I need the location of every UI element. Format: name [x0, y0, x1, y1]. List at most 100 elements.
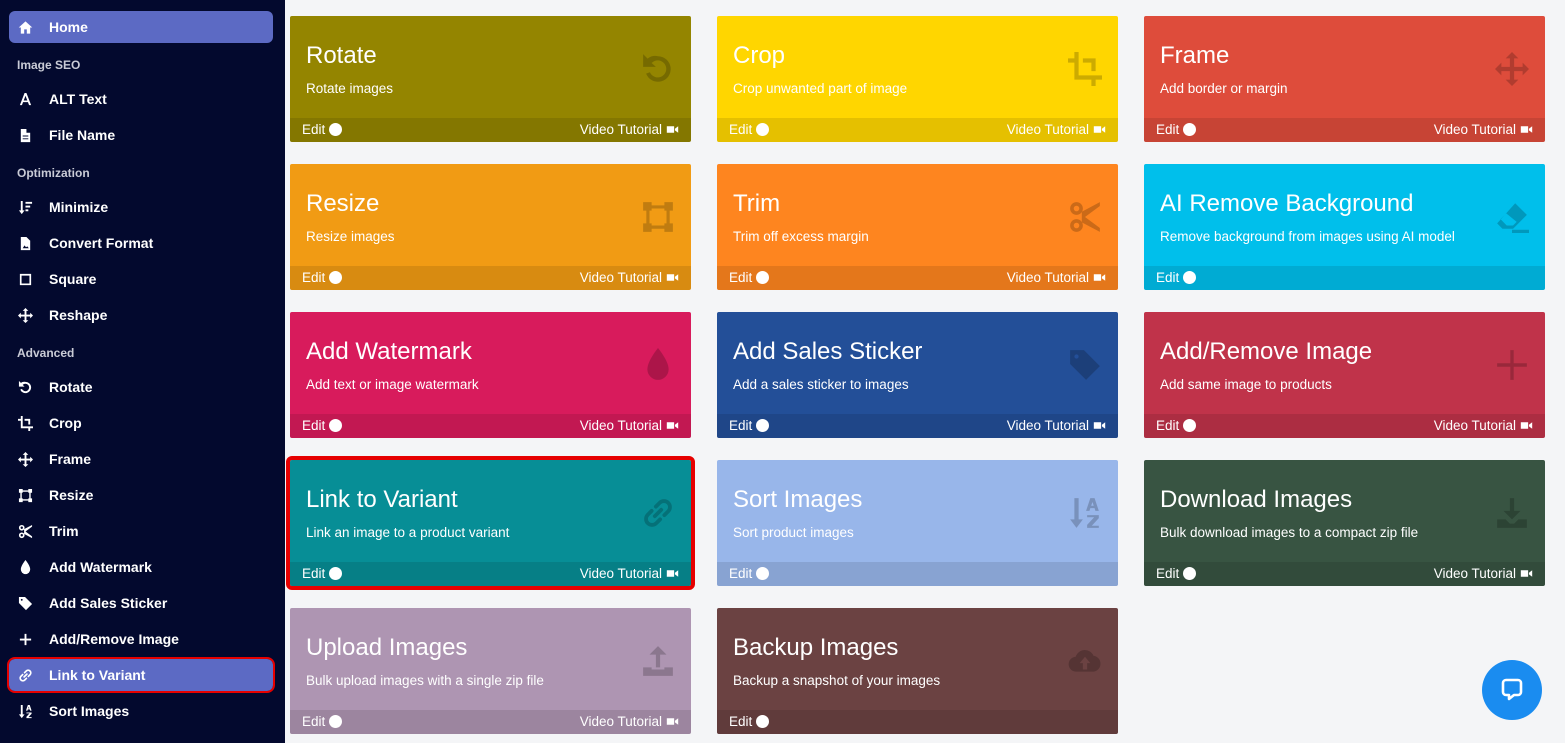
- sidebar-item-minimize[interactable]: Minimize: [9, 191, 273, 223]
- card-footer: Edit Video Tutorial: [290, 562, 691, 586]
- card-footer: Edit Video Tutorial: [290, 118, 691, 142]
- chat-button[interactable]: [1482, 660, 1542, 720]
- crop-icon: [17, 415, 33, 431]
- sidebar-item-crop[interactable]: Crop: [9, 407, 273, 439]
- card-footer: Edit Video Tutorial: [290, 710, 691, 734]
- sidebar: Home Image SEO ALT Text File Name Optimi…: [0, 0, 285, 743]
- sidebar-item-add-remove-image[interactable]: Add/Remove Image: [9, 623, 273, 655]
- edit-link[interactable]: Edit: [729, 566, 770, 581]
- sidebar-item-reshape[interactable]: Reshape: [9, 299, 273, 331]
- sidebar-item-rotate[interactable]: Rotate: [9, 371, 273, 403]
- sort-alpha-icon: [17, 703, 33, 719]
- card-description: Add border or margin: [1160, 81, 1288, 96]
- edit-link[interactable]: Edit: [1156, 566, 1197, 581]
- cloud-upload-icon: [1068, 644, 1102, 678]
- card-title: Upload Images: [306, 634, 468, 661]
- sidebar-item-file-name[interactable]: File Name: [9, 119, 273, 151]
- edit-link[interactable]: Edit: [302, 270, 343, 285]
- edit-link[interactable]: Edit: [1156, 122, 1197, 137]
- file-image-icon: [17, 235, 33, 251]
- video-tutorial-link[interactable]: Video Tutorial: [1434, 122, 1533, 137]
- arrow-circle-right-icon: [756, 567, 770, 580]
- card-footer: Edit Video Tutorial: [1144, 414, 1545, 438]
- edit-link[interactable]: Edit: [1156, 418, 1197, 433]
- card-title: Trim: [733, 190, 781, 217]
- video-tutorial-link[interactable]: Video Tutorial: [1434, 566, 1533, 581]
- download-icon: [1495, 496, 1529, 530]
- arrow-circle-right-icon: [756, 123, 770, 136]
- resize-icon: [17, 487, 33, 503]
- edit-link[interactable]: Edit: [302, 418, 343, 433]
- sidebar-item-label: Add Sales Sticker: [49, 595, 168, 611]
- edit-link[interactable]: Edit: [302, 714, 343, 729]
- video-tutorial-link[interactable]: Video Tutorial: [1007, 270, 1106, 285]
- card-title: Download Images: [1160, 486, 1353, 513]
- sidebar-item-link-to-variant[interactable]: Link to Variant: [7, 657, 275, 693]
- tag-icon: [17, 595, 33, 611]
- square-icon: [17, 271, 33, 287]
- card-description: Trim off excess margin: [733, 229, 869, 244]
- card-trim[interactable]: Trim Trim off excess margin Edit Video T…: [717, 164, 1118, 290]
- video-tutorial-link[interactable]: Video Tutorial: [1007, 122, 1106, 137]
- edit-link[interactable]: Edit: [1156, 270, 1197, 285]
- arrow-circle-right-icon: [756, 715, 770, 728]
- card-upload-images[interactable]: Upload Images Bulk upload images with a …: [290, 608, 691, 734]
- card-sort-images[interactable]: Sort Images Sort product images Edit: [717, 460, 1118, 586]
- sidebar-item-label: Add/Remove Image: [49, 631, 179, 647]
- sidebar-item-resize[interactable]: Resize: [9, 479, 273, 511]
- video-tutorial-link[interactable]: Video Tutorial: [1434, 418, 1533, 433]
- card-crop[interactable]: Crop Crop unwanted part of image Edit Vi…: [717, 16, 1118, 142]
- resize-icon: [641, 200, 675, 234]
- video-tutorial-link[interactable]: Video Tutorial: [1007, 418, 1106, 433]
- video-tutorial-link[interactable]: Video Tutorial: [580, 418, 679, 433]
- edit-link[interactable]: Edit: [729, 418, 770, 433]
- card-add-sales-sticker[interactable]: Add Sales Sticker Add a sales sticker to…: [717, 312, 1118, 438]
- card-add-watermark[interactable]: Add Watermark Add text or image watermar…: [290, 312, 691, 438]
- video-camera-icon: [666, 123, 679, 136]
- edit-link[interactable]: Edit: [302, 566, 343, 581]
- sidebar-item-convert-format[interactable]: Convert Format: [9, 227, 273, 259]
- droplet-icon: [641, 348, 675, 382]
- video-tutorial-link[interactable]: Video Tutorial: [580, 270, 679, 285]
- sidebar-item-frame[interactable]: Frame: [9, 443, 273, 475]
- arrow-circle-right-icon: [756, 419, 770, 432]
- arrow-circle-right-icon: [329, 715, 343, 728]
- sidebar-item-square[interactable]: Square: [9, 263, 273, 295]
- crop-icon: [1068, 52, 1102, 86]
- video-tutorial-link[interactable]: Video Tutorial: [580, 122, 679, 137]
- card-frame[interactable]: Frame Add border or margin Edit Video Tu…: [1144, 16, 1545, 142]
- video-tutorial-link[interactable]: Video Tutorial: [580, 566, 679, 581]
- edit-link[interactable]: Edit: [729, 270, 770, 285]
- card-title: Add Watermark: [306, 338, 472, 365]
- tag-icon: [1068, 348, 1102, 382]
- card-title: Resize: [306, 190, 380, 217]
- sidebar-item-trim[interactable]: Trim: [9, 515, 273, 547]
- arrows-icon: [17, 307, 33, 323]
- sidebar-item-add-sales-sticker[interactable]: Add Sales Sticker: [9, 587, 273, 619]
- card-description: Add a sales sticker to images: [733, 377, 909, 392]
- card-resize[interactable]: Resize Resize images Edit Video Tutorial: [290, 164, 691, 290]
- sidebar-item-add-watermark[interactable]: Add Watermark: [9, 551, 273, 583]
- sidebar-item-alt-text[interactable]: ALT Text: [9, 83, 273, 115]
- sidebar-item-label: Resize: [49, 487, 94, 503]
- card-ai-remove-background[interactable]: AI Remove Background Remove background f…: [1144, 164, 1545, 290]
- card-link-to-variant[interactable]: Link to Variant Link an image to a produ…: [286, 456, 695, 590]
- card-backup-images[interactable]: Backup Images Backup a snapshot of your …: [717, 608, 1118, 734]
- card-description: Bulk download images to a compact zip fi…: [1160, 525, 1419, 540]
- card-download-images[interactable]: Download Images Bulk download images to …: [1144, 460, 1545, 586]
- sidebar-item-home[interactable]: Home: [9, 11, 273, 43]
- edit-link[interactable]: Edit: [729, 122, 770, 137]
- sidebar-item-label: Reshape: [49, 307, 108, 323]
- edit-link[interactable]: Edit: [729, 714, 770, 729]
- undo-icon: [17, 379, 33, 395]
- edit-link[interactable]: Edit: [302, 122, 343, 137]
- card-description: Add same image to products: [1160, 377, 1332, 392]
- card-rotate[interactable]: Rotate Rotate images Edit Video Tutorial: [290, 16, 691, 142]
- card-add-remove-image[interactable]: Add/Remove Image Add same image to produ…: [1144, 312, 1545, 438]
- card-footer: Edit Video Tutorial: [717, 414, 1118, 438]
- card-title: AI Remove Background: [1160, 190, 1414, 217]
- card-title: Add Sales Sticker: [733, 338, 923, 365]
- droplet-icon: [17, 559, 33, 575]
- sidebar-item-sort-images[interactable]: Sort Images: [9, 695, 273, 727]
- video-tutorial-link[interactable]: Video Tutorial: [580, 714, 679, 729]
